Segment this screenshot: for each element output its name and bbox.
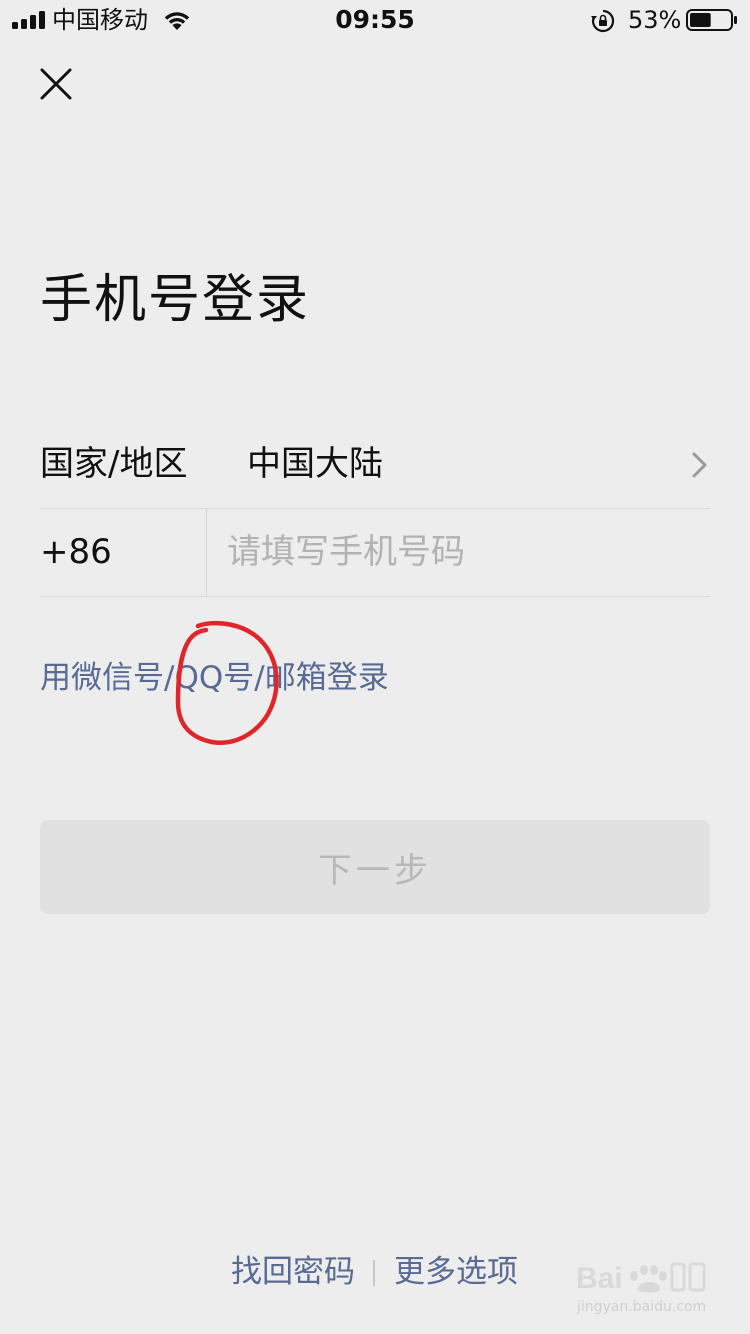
footer-links: 找回密码 更多选项 — [0, 1250, 750, 1294]
chevron-right-icon — [692, 452, 707, 478]
footer-separator — [373, 1260, 375, 1286]
battery-icon — [686, 9, 737, 31]
alt-login-link[interactable]: 用微信号/QQ号/邮箱登录 — [40, 656, 389, 700]
region-label: 国家/地区 — [40, 444, 188, 484]
more-options-link[interactable]: 更多选项 — [394, 1250, 518, 1294]
page-title: 手机号登录 — [40, 270, 311, 330]
next-button[interactable]: 下一步 — [40, 820, 710, 914]
phone-row: +86 — [40, 508, 710, 597]
signal-icon — [12, 11, 45, 29]
close-icon — [40, 68, 72, 100]
country-code: +86 — [40, 532, 112, 572]
phone-divider — [206, 508, 207, 596]
wifi-icon — [164, 12, 190, 30]
status-bar: 中国移动 09:55 53% — [0, 0, 750, 40]
close-button[interactable] — [30, 58, 82, 110]
battery-percent: 53% — [628, 6, 682, 34]
carrier-name: 中国移动 — [52, 6, 148, 34]
rotation-lock-icon — [591, 9, 615, 33]
region-value: 中国大陆 — [247, 444, 383, 484]
watermark-text: jingyan.baidu.com — [577, 1299, 707, 1315]
region-selector[interactable]: 国家/地区 中国大陆 — [40, 420, 710, 509]
recover-password-link[interactable]: 找回密码 — [231, 1250, 355, 1294]
phone-input[interactable] — [227, 526, 697, 578]
